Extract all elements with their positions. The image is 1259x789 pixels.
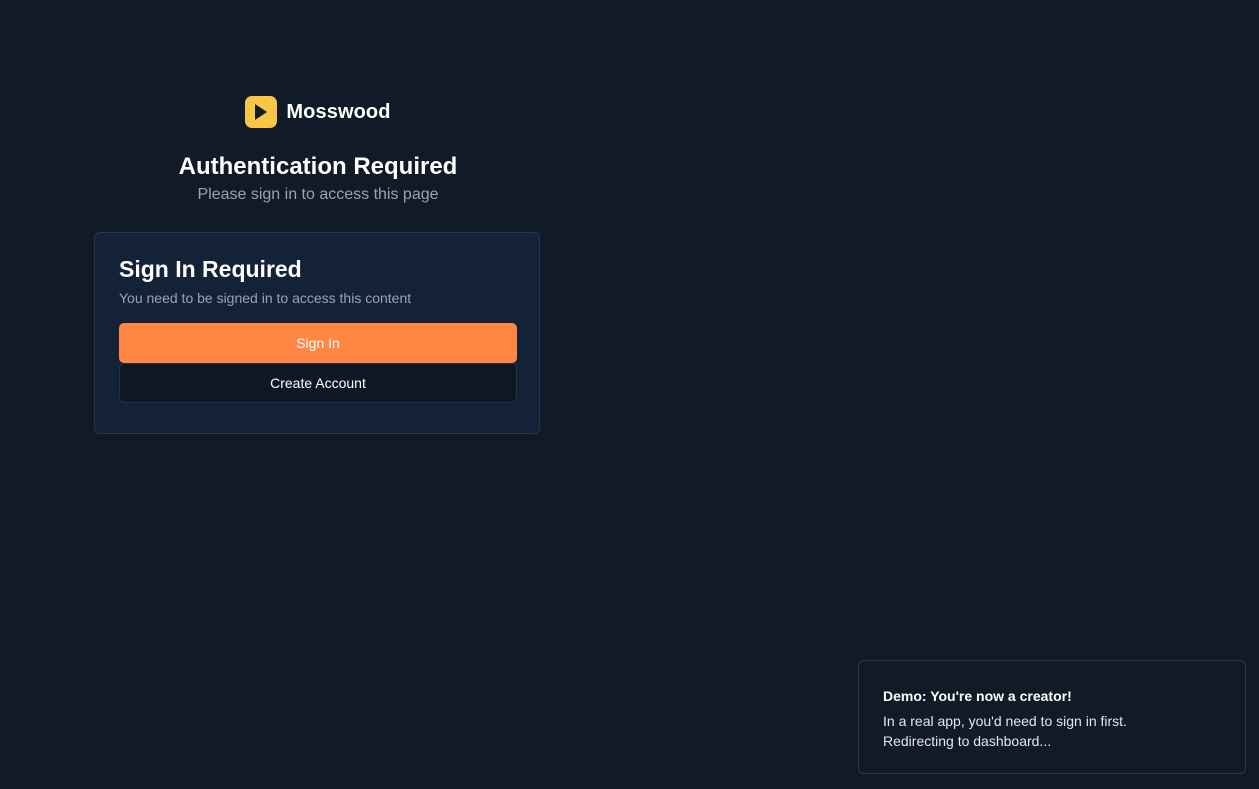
brand-name: Mosswood xyxy=(286,100,391,123)
sign-in-button[interactable]: Sign In xyxy=(119,323,517,363)
toast-line-2: Redirecting to dashboard... xyxy=(883,733,1052,749)
toast-body: In a real app, you'd need to sign in fir… xyxy=(883,711,1221,751)
brand: Mosswood xyxy=(94,96,542,128)
card-description: You need to be signed in to access this … xyxy=(119,290,412,306)
auth-header: Mosswood Authentication Required Please … xyxy=(94,96,542,206)
sign-in-card: Sign In Required You need to be signed i… xyxy=(94,232,540,434)
page-subtitle: Please sign in to access this page xyxy=(197,186,439,203)
auth-page: Mosswood Authentication Required Please … xyxy=(0,0,1259,789)
play-icon xyxy=(245,96,278,128)
create-account-button[interactable]: Create Account xyxy=(119,363,517,403)
toast-line-1: In a real app, you'd need to sign in fir… xyxy=(883,713,1127,729)
toast-notification: Demo: You're now a creator! In a real ap… xyxy=(858,660,1246,774)
toast-title: Demo: You're now a creator! xyxy=(883,688,1072,704)
card-title: Sign In Required xyxy=(119,256,302,282)
page-title: Authentication Required xyxy=(178,153,458,180)
